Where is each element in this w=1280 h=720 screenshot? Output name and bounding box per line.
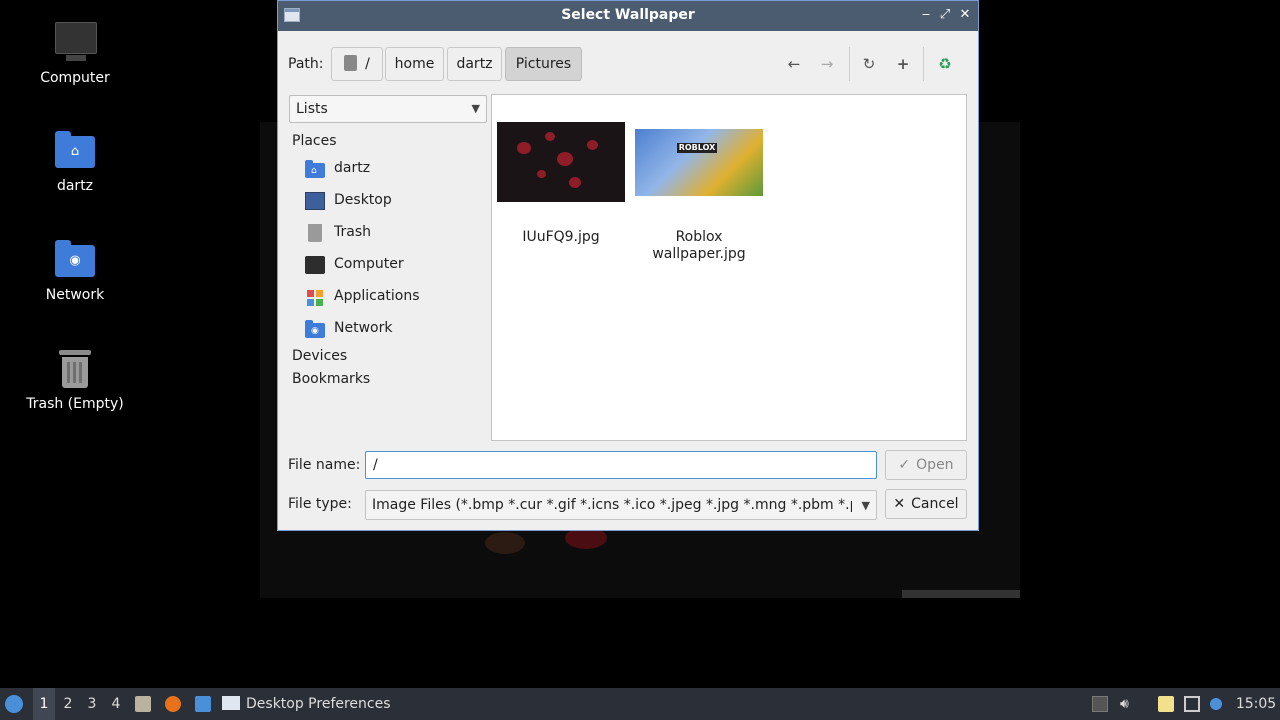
sidebar-item-label: Trash xyxy=(334,224,371,240)
devices-heading[interactable]: Devices xyxy=(292,348,347,364)
sidebar-item-computer[interactable]: Computer xyxy=(305,254,485,278)
toolbar-separator xyxy=(923,47,924,81)
desktop-icon-label: Network xyxy=(45,287,105,303)
file-item[interactable]: IUuFQ9.jpg xyxy=(492,95,632,255)
close-icon[interactable]: ✕ xyxy=(957,7,973,23)
bookmarks-heading[interactable]: Bookmarks xyxy=(292,371,370,387)
new-folder-icon[interactable]: + xyxy=(892,54,914,74)
back-icon[interactable]: ← xyxy=(783,54,805,74)
sidebar-item-label: dartz xyxy=(334,160,371,176)
chevron-down-icon: ▼ xyxy=(471,102,480,115)
path-label: Path: xyxy=(288,56,324,72)
file-name-line-1: Roblox xyxy=(675,229,723,245)
network-folder-icon: ◉ xyxy=(53,237,97,281)
file-view[interactable]: IUuFQ9.jpg ROBLOX Roblox wallpaper.jpg xyxy=(491,94,967,441)
maximize-icon[interactable]: ⤢ xyxy=(937,7,953,23)
workspace-2[interactable]: 2 xyxy=(57,688,79,720)
desktop-icon[interactable] xyxy=(195,696,211,712)
drive-icon xyxy=(344,55,358,71)
close-icon: ✕ xyxy=(893,496,906,512)
sidebar-item-label: Desktop xyxy=(334,192,392,208)
desktop-icon-trash[interactable]: Trash (Empty) xyxy=(15,346,135,412)
desktop-icon-network[interactable]: ◉ Network xyxy=(15,237,135,303)
breadcrumb-pictures[interactable]: Pictures xyxy=(505,47,582,81)
home-folder-icon: ⌂ xyxy=(305,160,325,178)
desktop-icon-home[interactable]: ⌂ dartz xyxy=(15,128,135,194)
computer-icon xyxy=(53,20,97,64)
select-wallpaper-dialog: Select Wallpaper ‒ ⤢ ✕ Path: / home dart… xyxy=(277,0,979,531)
desktop-icon-label: Trash (Empty) xyxy=(26,396,124,412)
start-menu-icon[interactable] xyxy=(5,695,23,713)
workspace-3[interactable]: 3 xyxy=(81,688,103,720)
file-manager-icon[interactable] xyxy=(135,696,151,712)
cancel-button[interactable]: ✕ Cancel xyxy=(885,489,967,519)
network-folder-icon: ◉ xyxy=(305,320,325,338)
sidebar-item-desktop[interactable]: Desktop xyxy=(305,190,485,214)
view-mode-value: Lists xyxy=(296,101,328,117)
crumb-label: / xyxy=(365,56,370,72)
desktop-icon xyxy=(305,192,325,210)
preview-shape xyxy=(485,532,525,554)
app-icon[interactable]: ♻ xyxy=(934,54,956,74)
roblox-logo: ROBLOX xyxy=(677,143,717,153)
image-thumbnail: ROBLOX xyxy=(635,129,763,196)
breadcrumb-root[interactable]: / xyxy=(331,47,383,81)
trash-icon xyxy=(53,346,97,390)
sidebar-item-dartz[interactable]: ⌂ dartz xyxy=(305,158,485,182)
reload-icon[interactable]: ↻ xyxy=(858,54,880,74)
taskbar-window-button[interactable]: Desktop Preferences xyxy=(222,688,402,720)
workspace-4[interactable]: 4 xyxy=(105,688,127,720)
file-name-line-2: wallpaper.jpg xyxy=(652,246,746,262)
trash-icon xyxy=(308,224,322,242)
workspace-1[interactable]: 1 xyxy=(33,688,55,720)
image-thumbnail xyxy=(497,122,625,202)
firefox-icon[interactable] xyxy=(165,696,181,712)
sidebar-item-applications[interactable]: Applications xyxy=(305,286,485,310)
desktop-icon-label: Computer xyxy=(40,70,110,86)
volume-icon[interactable]: 🔊︎ xyxy=(1120,696,1136,712)
file-name-value: / xyxy=(373,457,378,473)
cancel-label: Cancel xyxy=(911,496,959,512)
file-name-input[interactable]: / xyxy=(365,451,877,479)
breadcrumb-dartz[interactable]: dartz xyxy=(447,47,502,81)
chevron-down-icon: ▼ xyxy=(861,499,870,512)
open-button[interactable]: ✓ Open xyxy=(885,450,967,480)
forward-icon[interactable]: → xyxy=(816,54,838,74)
dialog-title: Select Wallpaper xyxy=(561,7,695,23)
window-icon xyxy=(222,696,240,710)
view-mode-select[interactable]: Lists ▼ xyxy=(289,95,487,123)
sidebar-item-label: Computer xyxy=(334,256,404,272)
taskbar: 1 2 3 4 Desktop Preferences 🔊︎ 15:05 xyxy=(0,688,1280,720)
network-icon[interactable] xyxy=(1184,696,1200,712)
clock[interactable]: 15:05 xyxy=(1234,688,1278,720)
breadcrumb-home[interactable]: home xyxy=(385,47,444,81)
computer-icon xyxy=(305,256,325,274)
file-type-value: Image Files (*.bmp *.cur *.gif *.icns *.… xyxy=(372,497,852,513)
titlebar[interactable]: Select Wallpaper ‒ ⤢ ✕ xyxy=(278,1,978,31)
sidebar-item-label: Network xyxy=(334,320,393,336)
file-type-select[interactable]: Image Files (*.bmp *.cur *.gif *.icns *.… xyxy=(365,490,877,520)
open-label: Open xyxy=(916,457,954,473)
file-name: IUuFQ9.jpg xyxy=(522,229,600,245)
preview-strip xyxy=(902,590,1020,598)
file-name-label: File name: xyxy=(288,457,361,473)
tray-arrow-icon[interactable] xyxy=(1092,696,1108,712)
applications-icon xyxy=(305,288,325,306)
toolbar-separator xyxy=(849,47,850,81)
sidebar-item-trash[interactable]: Trash xyxy=(305,222,485,246)
file-item[interactable]: ROBLOX Roblox wallpaper.jpg xyxy=(630,95,770,265)
sidebar-item-network[interactable]: ◉ Network xyxy=(305,318,485,342)
home-folder-icon: ⌂ xyxy=(53,128,97,172)
update-notification-icon[interactable] xyxy=(1210,698,1222,710)
check-icon: ✓ xyxy=(898,457,911,473)
sidebar-item-label: Applications xyxy=(334,288,420,304)
taskbar-window-label: Desktop Preferences xyxy=(246,696,391,712)
places-heading[interactable]: Places xyxy=(292,133,337,149)
file-type-label: File type: xyxy=(288,496,352,512)
clipboard-icon[interactable] xyxy=(1158,696,1174,712)
desktop-icon-computer[interactable]: Computer xyxy=(15,20,135,86)
desktop-icon-label: dartz xyxy=(56,178,94,194)
minimize-icon[interactable]: ‒ xyxy=(918,7,934,23)
